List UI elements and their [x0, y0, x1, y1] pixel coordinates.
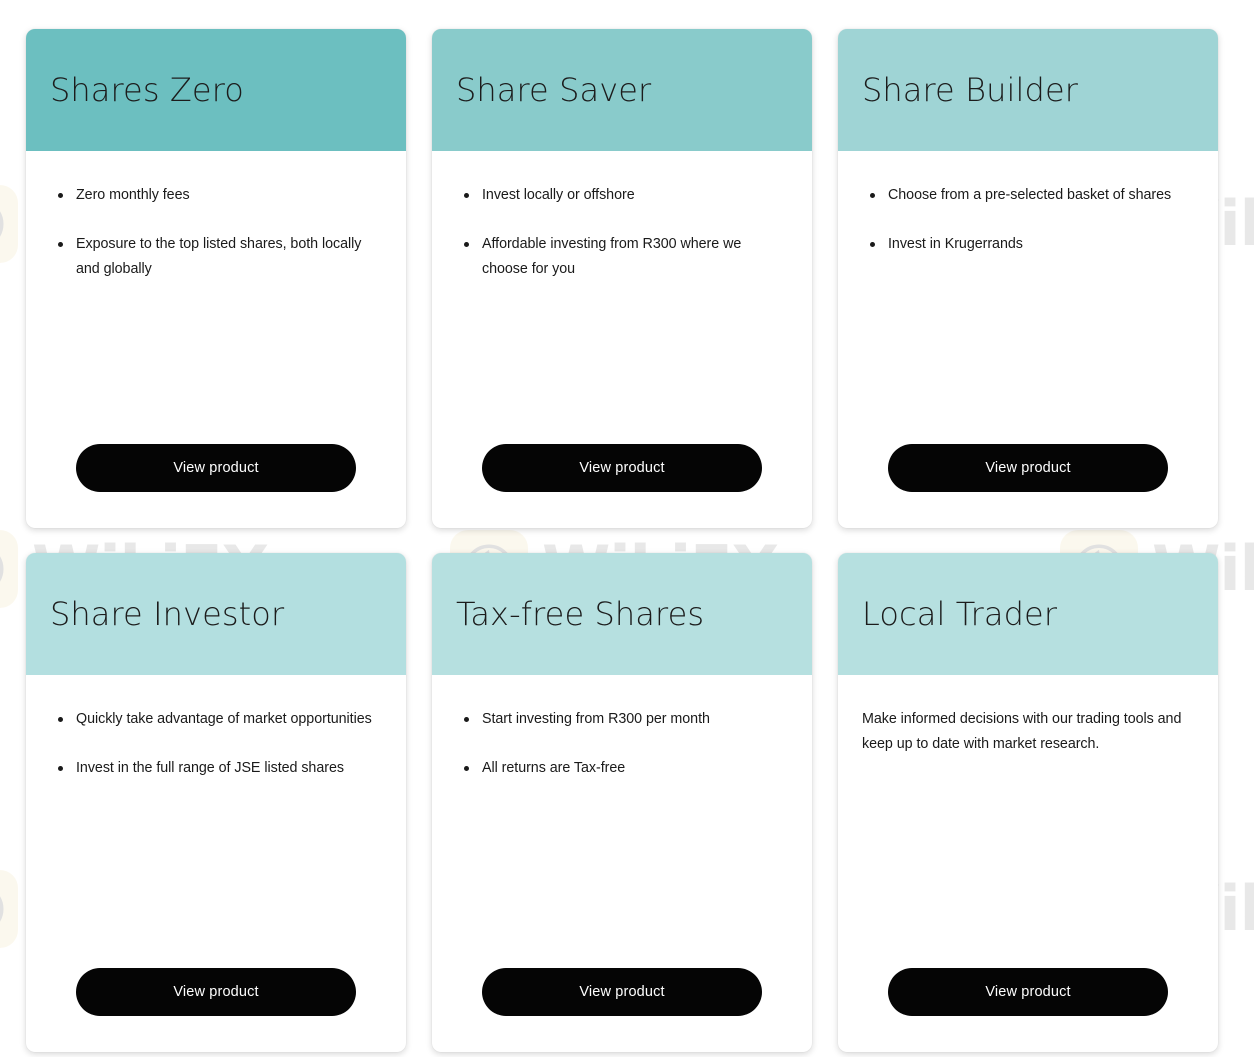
- feature-text: Zero monthly fees: [76, 187, 190, 203]
- bullet-icon: [58, 242, 63, 247]
- wikifx-eagle-icon: [0, 541, 7, 597]
- feature-list: Invest locally or offshore Affordable inv…: [456, 183, 788, 282]
- feature-list: Start investing from R300 per month All r…: [456, 707, 788, 781]
- card-footer: View product: [838, 444, 1218, 528]
- product-card: Share Saver Invest locally or offshore Aff…: [432, 29, 812, 528]
- feature-text: Affordable investing from R300 where we …: [482, 236, 741, 277]
- view-product-button[interactable]: View product: [888, 444, 1168, 492]
- card-title: Share Builder: [862, 72, 1078, 109]
- card-body: Zero monthly fees Exposure to the top lis…: [26, 151, 406, 444]
- watermark-logo-icon: [0, 185, 18, 263]
- card-header: Share Investor: [26, 553, 406, 675]
- view-product-button[interactable]: View product: [888, 968, 1168, 1016]
- card-body: Start investing from R300 per month All r…: [432, 675, 812, 968]
- view-product-button[interactable]: View product: [482, 444, 762, 492]
- feature-list-item: Choose from a pre-selected basket of sha…: [862, 183, 1194, 208]
- bullet-icon: [464, 717, 469, 722]
- product-card: Shares Zero Zero monthly fees Exposure to …: [26, 29, 406, 528]
- feature-list-item: Start investing from R300 per month: [456, 707, 788, 732]
- card-title: Share Investor: [50, 596, 284, 633]
- product-card-grid: Shares Zero Zero monthly fees Exposure to …: [26, 29, 1218, 1052]
- watermark-logo-icon: [0, 530, 18, 608]
- card-body: Make informed decisions with our trading…: [838, 675, 1218, 968]
- feature-text: Invest locally or offshore: [482, 187, 635, 203]
- feature-list-item: Affordable investing from R300 where we …: [456, 232, 788, 282]
- card-footer: View product: [432, 968, 812, 1052]
- card-body: Invest locally or offshore Affordable inv…: [432, 151, 812, 444]
- bullet-icon: [58, 193, 63, 198]
- card-header: Local Trader: [838, 553, 1218, 675]
- product-card: Local Trader Make informed decisions with…: [838, 553, 1218, 1052]
- product-card: Share Investor Quickly take advantage of …: [26, 553, 406, 1052]
- feature-list-item: Invest locally or offshore: [456, 183, 788, 208]
- card-body: Choose from a pre-selected basket of sha…: [838, 151, 1218, 444]
- card-header: Shares Zero: [26, 29, 406, 151]
- card-description: Make informed decisions with our trading…: [862, 707, 1194, 757]
- view-product-button[interactable]: View product: [76, 444, 356, 492]
- card-footer: View product: [26, 968, 406, 1052]
- bullet-icon: [464, 193, 469, 198]
- product-card: Share Builder Choose from a pre-selected …: [838, 29, 1218, 528]
- feature-text: Invest in the full range of JSE listed s…: [76, 760, 344, 776]
- card-title: Shares Zero: [50, 72, 244, 109]
- feature-list-item: Exposure to the top listed shares, both …: [50, 232, 382, 282]
- feature-text: Invest in Krugerrands: [888, 236, 1023, 252]
- card-footer: View product: [432, 444, 812, 528]
- card-header: Share Builder: [838, 29, 1218, 151]
- view-product-button[interactable]: View product: [482, 968, 762, 1016]
- feature-list: Zero monthly fees Exposure to the top lis…: [50, 183, 382, 282]
- bullet-icon: [464, 242, 469, 247]
- feature-list-item: Invest in Krugerrands: [862, 232, 1194, 257]
- wikifx-eagle-icon: [0, 881, 7, 937]
- card-title: Local Trader: [862, 596, 1057, 633]
- product-card: Tax-free Shares Start investing from R300…: [432, 553, 812, 1052]
- bullet-icon: [870, 193, 875, 198]
- watermark-logo-icon: [0, 870, 18, 948]
- bullet-icon: [58, 717, 63, 722]
- feature-list: Choose from a pre-selected basket of sha…: [862, 183, 1194, 257]
- card-title: Tax-free Shares: [456, 596, 704, 633]
- card-footer: View product: [26, 444, 406, 528]
- card-title: Share Saver: [456, 72, 651, 109]
- bullet-icon: [870, 242, 875, 247]
- card-body: Quickly take advantage of market opportu…: [26, 675, 406, 968]
- card-header: Tax-free Shares: [432, 553, 812, 675]
- bullet-icon: [58, 766, 63, 771]
- bullet-icon: [464, 766, 469, 771]
- feature-text: Quickly take advantage of market opportu…: [76, 711, 372, 727]
- view-product-button[interactable]: View product: [76, 968, 356, 1016]
- feature-text: Start investing from R300 per month: [482, 711, 710, 727]
- feature-text: Exposure to the top listed shares, both …: [76, 236, 361, 277]
- feature-text: All returns are Tax-free: [482, 760, 625, 776]
- feature-text: Choose from a pre-selected basket of sha…: [888, 187, 1171, 203]
- feature-list-item: Quickly take advantage of market opportu…: [50, 707, 382, 732]
- feature-list-item: All returns are Tax-free: [456, 756, 788, 781]
- card-header: Share Saver: [432, 29, 812, 151]
- feature-list: Quickly take advantage of market opportu…: [50, 707, 382, 781]
- wikifx-eagle-icon: [0, 196, 7, 252]
- feature-list-item: Zero monthly fees: [50, 183, 382, 208]
- card-footer: View product: [838, 968, 1218, 1052]
- feature-list-item: Invest in the full range of JSE listed s…: [50, 756, 382, 781]
